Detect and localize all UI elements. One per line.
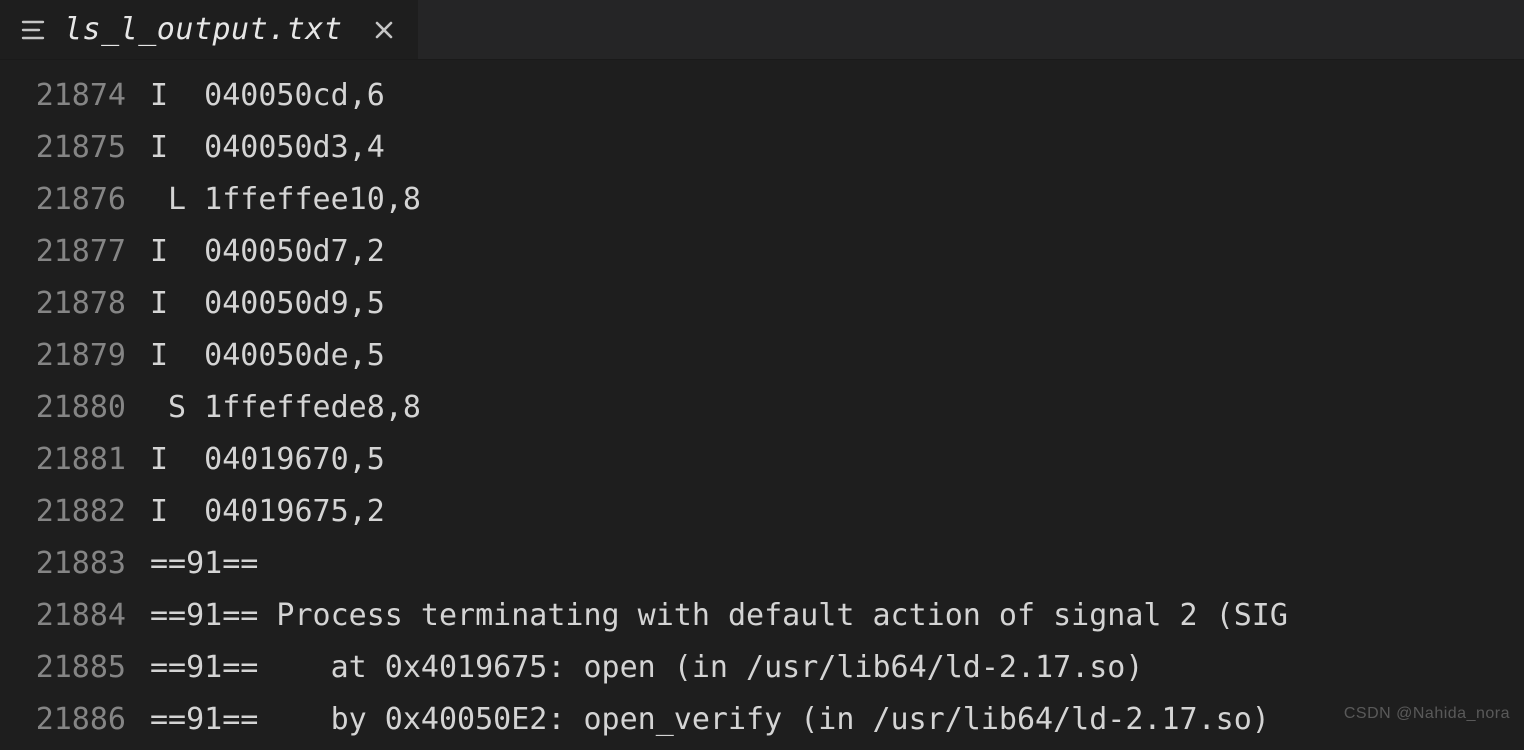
line-number: 21880 [0,382,150,434]
editor-line: 21875I 040050d3,4 [0,122,1524,174]
line-number: 21884 [0,590,150,642]
line-number: 21878 [0,278,150,330]
editor-line: 21886==91== by 0x40050E2: open_verify (i… [0,694,1524,746]
tab-title: ls_l_output.txt [64,12,342,47]
line-content: I 04019675,2 [150,486,1524,538]
editor-line: 21877I 040050d7,2 [0,226,1524,278]
line-content: I 040050cd,6 [150,70,1524,122]
editor-line: 21874I 040050cd,6 [0,70,1524,122]
line-number: 21885 [0,642,150,694]
line-number: 21877 [0,226,150,278]
editor-line: 21876 L 1ffeffee10,8 [0,174,1524,226]
line-content: I 040050de,5 [150,330,1524,382]
line-content: S 1ffeffede8,8 [150,382,1524,434]
editor-line: 21883==91== [0,538,1524,590]
editor-area[interactable]: 21874I 040050cd,621875I 040050d3,421876 … [0,60,1524,750]
line-content: I 040050d7,2 [150,226,1524,278]
line-content: L 1ffeffee10,8 [150,174,1524,226]
line-content: ==91== Process terminating with default … [150,590,1524,642]
line-number: 21881 [0,434,150,486]
tab-open-file[interactable]: ls_l_output.txt [0,0,418,59]
line-number: 21874 [0,70,150,122]
tab-bar: ls_l_output.txt [0,0,1524,60]
editor-line: 21884==91== Process terminating with def… [0,590,1524,642]
editor-line: 21881I 04019670,5 [0,434,1524,486]
editor-line: 21879I 040050de,5 [0,330,1524,382]
line-number: 21882 [0,486,150,538]
line-content: I 040050d9,5 [150,278,1524,330]
close-icon[interactable] [370,16,398,44]
line-content: ==91== at 0x4019675: open (in /usr/lib64… [150,642,1524,694]
line-number: 21883 [0,538,150,590]
editor-line: 21882I 04019675,2 [0,486,1524,538]
editor-line: 21880 S 1ffeffede8,8 [0,382,1524,434]
lines-container: 21874I 040050cd,621875I 040050d3,421876 … [0,70,1524,746]
text-lines-icon [20,17,46,43]
line-number: 21886 [0,694,150,746]
line-number: 21875 [0,122,150,174]
line-content: I 040050d3,4 [150,122,1524,174]
line-content: I 04019670,5 [150,434,1524,486]
line-content: ==91== by 0x40050E2: open_verify (in /us… [150,694,1524,746]
line-number: 21879 [0,330,150,382]
line-content: ==91== [150,538,1524,590]
editor-line: 21878I 040050d9,5 [0,278,1524,330]
editor-line: 21885==91== at 0x4019675: open (in /usr/… [0,642,1524,694]
line-number: 21876 [0,174,150,226]
